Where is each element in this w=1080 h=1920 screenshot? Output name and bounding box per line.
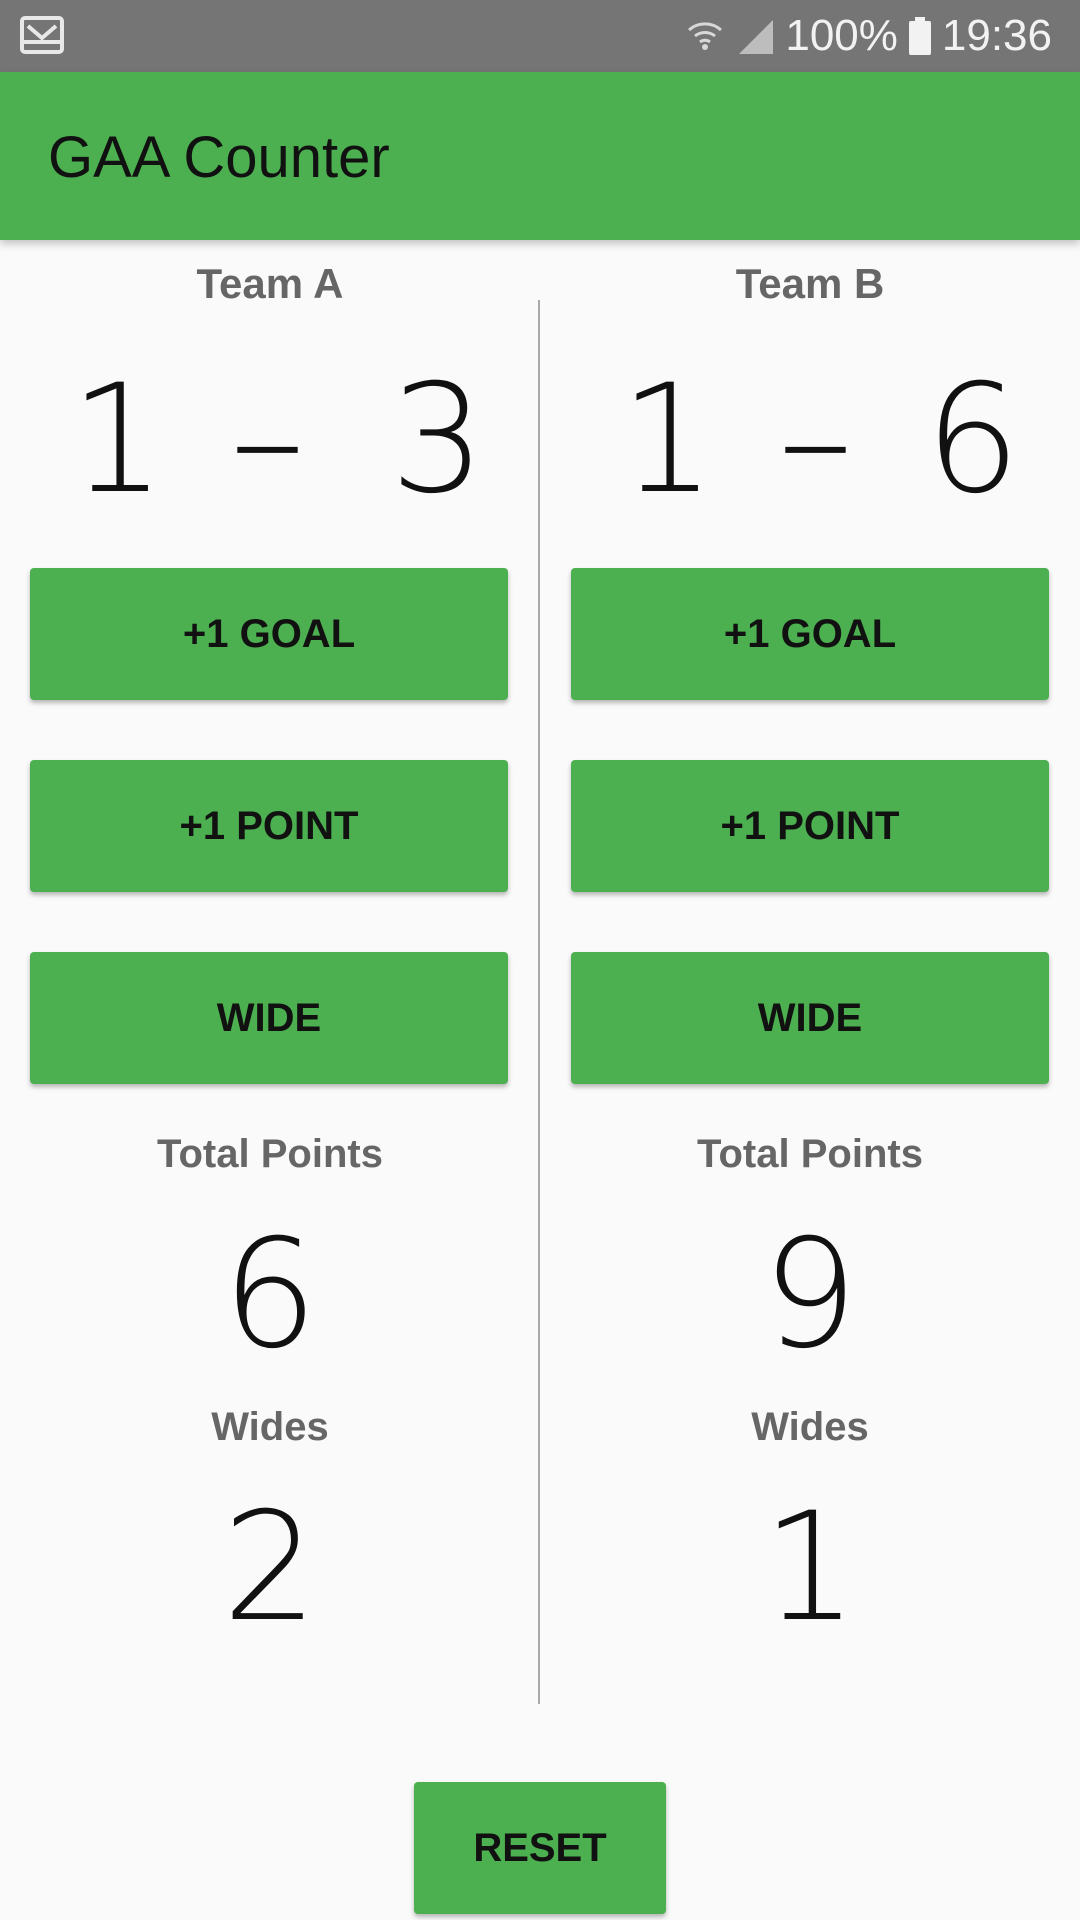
- team-b-total-points: 9: [762, 1208, 858, 1382]
- team-a-total-points-label: Total Points: [157, 1132, 383, 1176]
- team-b-wide-button[interactable]: WIDE: [571, 952, 1049, 1084]
- team-b-score-separator: –: [778, 353, 853, 527]
- app-bar: GAA Counter: [0, 72, 1080, 240]
- app-title: GAA Counter: [48, 125, 390, 190]
- clock: 19:36: [941, 11, 1052, 60]
- team-a-add-point-button[interactable]: +1 POINT: [30, 760, 508, 892]
- team-a-name: Team A: [196, 260, 344, 307]
- mail-icon: [20, 16, 64, 54]
- team-a-goals: 1: [70, 353, 166, 527]
- team-a-total-points: 6: [222, 1208, 318, 1382]
- team-a-points: 3: [390, 353, 486, 527]
- team-a-wides-label: Wides: [211, 1405, 329, 1449]
- battery-icon: [908, 17, 931, 55]
- team-b-wides: 1: [762, 1481, 858, 1655]
- team-a-add-goal-button[interactable]: +1 GOAL: [30, 568, 508, 700]
- team-b-total-points-label: Total Points: [697, 1132, 923, 1176]
- wifi-icon: [688, 22, 723, 50]
- team-b-points: 6: [925, 353, 1021, 527]
- team-a-wides: 2: [222, 1481, 318, 1655]
- team-a-score-separator: –: [230, 353, 305, 527]
- status-bar: 100% 19:36: [0, 0, 1080, 72]
- team-b-name: Team B: [735, 260, 885, 307]
- team-b-add-point-button[interactable]: +1 POINT: [571, 760, 1049, 892]
- team-b-score: 1 – 6: [540, 360, 1080, 520]
- team-b-column: Team B 1 – 6 +1 GOAL +1 POINT WIDE Total…: [540, 240, 1080, 1700]
- team-b-add-goal-button[interactable]: +1 GOAL: [571, 568, 1049, 700]
- team-a-column: Team A 1 – 3 +1 GOAL +1 POINT WIDE Total…: [0, 240, 540, 1700]
- battery-percentage: 100%: [785, 11, 898, 60]
- reset-button[interactable]: RESET: [414, 1782, 666, 1914]
- team-a-wide-button[interactable]: WIDE: [30, 952, 508, 1084]
- team-a-score: 1 – 3: [0, 360, 540, 520]
- signal-icon: [739, 20, 774, 54]
- team-b-goals: 1: [620, 353, 716, 527]
- team-b-wides-label: Wides: [751, 1405, 869, 1449]
